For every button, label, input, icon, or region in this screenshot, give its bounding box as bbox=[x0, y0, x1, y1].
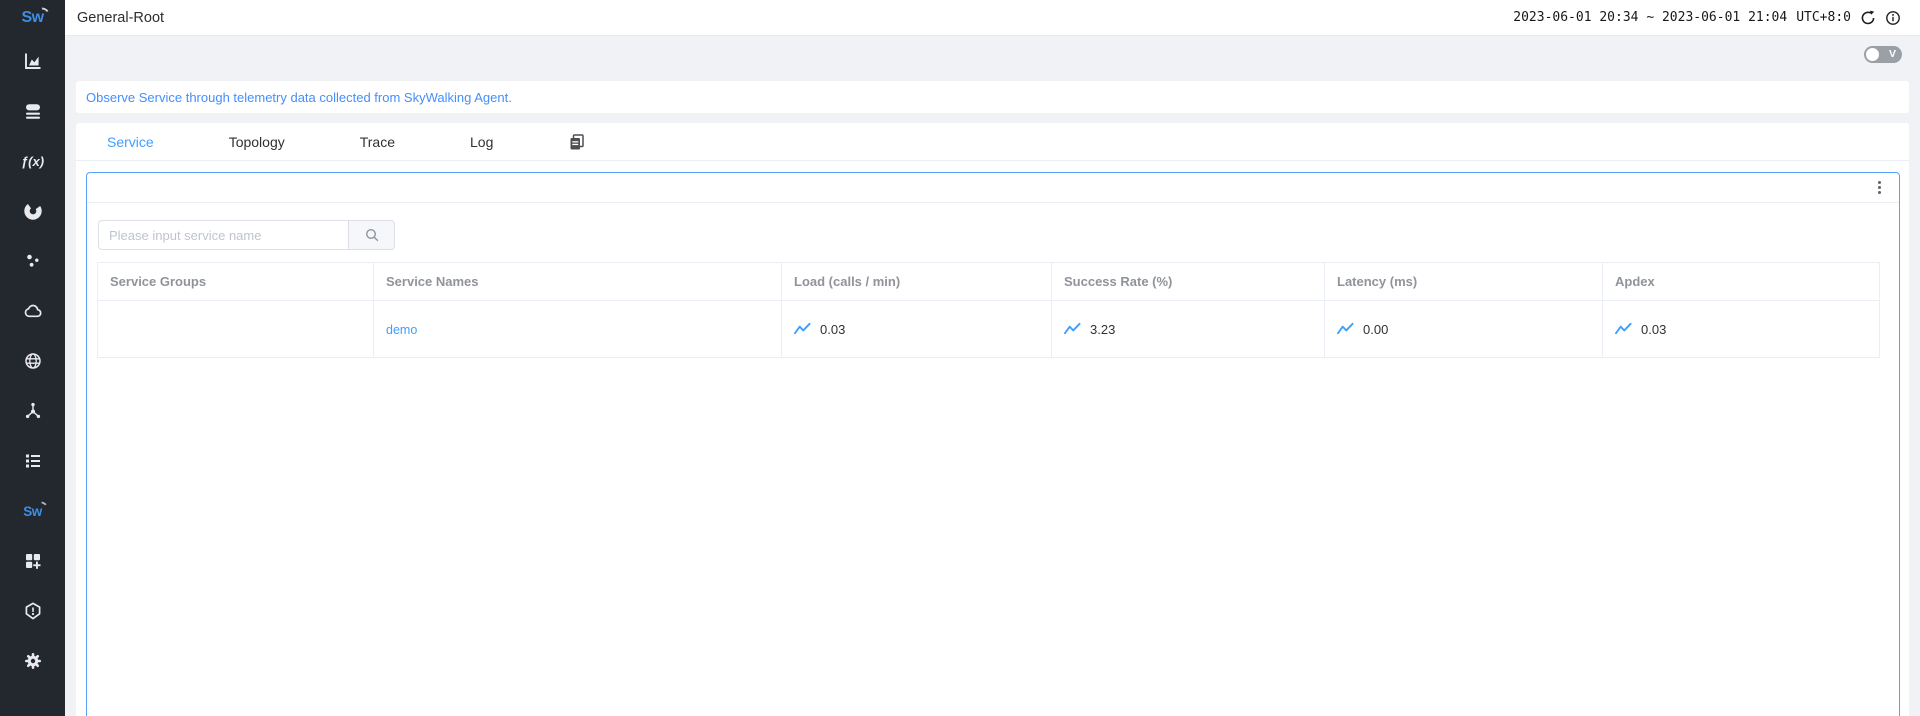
scatter-icon bbox=[23, 251, 43, 271]
cell-latency: 0.00 bbox=[1325, 301, 1603, 358]
layers-icon bbox=[23, 101, 43, 121]
cell-service-group bbox=[98, 301, 374, 358]
topology-icon bbox=[23, 401, 43, 421]
service-list-widget: Service Groups Service Names Load (calls… bbox=[86, 172, 1900, 716]
header-right: 2023-06-01 20:34 ~ 2023-06-01 21:04 UTC+… bbox=[1513, 10, 1901, 26]
success-rate-value: 3.23 bbox=[1090, 322, 1115, 337]
latency-value: 0.00 bbox=[1363, 322, 1388, 337]
sidebar-item-settings[interactable] bbox=[0, 636, 65, 686]
trend-icon[interactable] bbox=[1615, 322, 1632, 336]
search-icon bbox=[365, 228, 379, 242]
skywalking-logo[interactable]: Sw bbox=[0, 0, 65, 36]
sidebar-item-functions[interactable]: ƒ(x) bbox=[0, 136, 65, 186]
sidebar-item-dashboards[interactable] bbox=[0, 536, 65, 586]
tab-trace[interactable]: Trace bbox=[360, 134, 395, 150]
cell-success-rate: 3.23 bbox=[1052, 301, 1325, 358]
widget-header bbox=[87, 173, 1899, 203]
sidebar-item-gateway[interactable] bbox=[0, 386, 65, 436]
sidebar-item-service-mesh[interactable] bbox=[0, 86, 65, 136]
dashboard-toolbar: V bbox=[65, 36, 1920, 72]
col-service-groups: Service Groups bbox=[98, 263, 374, 301]
sidebar: Sw ƒ(x) bbox=[0, 0, 65, 716]
cell-service-name: demo bbox=[374, 301, 782, 358]
table-header-row: Service Groups Service Names Load (calls… bbox=[98, 263, 1880, 301]
copy-icon bbox=[568, 133, 586, 151]
cell-apdex: 0.03 bbox=[1603, 301, 1880, 358]
kebab-icon bbox=[1878, 181, 1881, 184]
sidebar-item-skywalking[interactable]: Sw bbox=[0, 486, 65, 536]
refresh-button[interactable] bbox=[1860, 10, 1876, 26]
toggle-label: V bbox=[1889, 48, 1896, 60]
trend-icon[interactable] bbox=[1064, 322, 1081, 336]
info-icon bbox=[1885, 10, 1901, 26]
col-latency: Latency (ms) bbox=[1325, 263, 1603, 301]
trend-icon[interactable] bbox=[794, 322, 811, 336]
sidebar-item-infrastructure[interactable] bbox=[0, 236, 65, 286]
sidebar-item-aws-cloud[interactable] bbox=[0, 286, 65, 336]
gear-icon bbox=[23, 651, 43, 671]
dashboard-card: Service Topology Trace Log bbox=[76, 123, 1909, 716]
col-success-rate: Success Rate (%) bbox=[1052, 263, 1325, 301]
tab-topology[interactable]: Topology bbox=[229, 134, 285, 150]
dashboard-add-icon bbox=[23, 551, 43, 571]
col-load: Load (calls / min) bbox=[782, 263, 1052, 301]
refresh-icon bbox=[1860, 10, 1876, 26]
search-row bbox=[98, 220, 1899, 250]
timezone[interactable]: UTC+8:0 bbox=[1796, 10, 1851, 25]
sidebar-item-general-service[interactable] bbox=[0, 36, 65, 86]
service-table: Service Groups Service Names Load (calls… bbox=[97, 262, 1880, 358]
table-row: demo 0.03 bbox=[98, 301, 1880, 358]
alarm-icon bbox=[23, 601, 43, 621]
copy-tab-button[interactable] bbox=[568, 133, 586, 151]
service-name-link[interactable]: demo bbox=[386, 323, 417, 337]
trend-icon[interactable] bbox=[1337, 322, 1354, 336]
tab-service[interactable]: Service bbox=[107, 134, 154, 150]
load-value: 0.03 bbox=[820, 322, 845, 337]
globe-icon bbox=[23, 351, 43, 371]
sidebar-item-alarm[interactable] bbox=[0, 586, 65, 636]
toggle-knob bbox=[1866, 48, 1879, 61]
bar-chart-icon bbox=[23, 51, 43, 71]
list-icon bbox=[23, 451, 43, 471]
tabs-row: Service Topology Trace Log bbox=[76, 123, 1909, 161]
sidebar-item-kubernetes[interactable] bbox=[0, 186, 65, 236]
description-banner: Observe Service through telemetry data c… bbox=[76, 81, 1909, 113]
col-service-names: Service Names bbox=[374, 263, 782, 301]
function-icon: ƒ(x) bbox=[21, 154, 44, 169]
tab-log[interactable]: Log bbox=[470, 134, 493, 150]
time-range[interactable]: 2023-06-01 20:34 ~ 2023-06-01 21:04 bbox=[1513, 10, 1787, 25]
search-button[interactable] bbox=[348, 220, 395, 250]
view-mode-toggle[interactable]: V bbox=[1864, 46, 1902, 63]
search-input[interactable] bbox=[98, 220, 348, 250]
cell-load: 0.03 bbox=[782, 301, 1052, 358]
donut-chart-icon bbox=[23, 201, 43, 221]
top-header: General-Root 2023-06-01 20:34 ~ 2023-06-… bbox=[65, 0, 1920, 36]
col-apdex: Apdex bbox=[1603, 263, 1880, 301]
apdex-value: 0.03 bbox=[1641, 322, 1666, 337]
widget-menu-button[interactable] bbox=[1875, 178, 1884, 197]
sidebar-item-browser[interactable] bbox=[0, 336, 65, 386]
page-title: General-Root bbox=[77, 10, 164, 26]
sidebar-item-self-observability[interactable] bbox=[0, 436, 65, 486]
cloud-icon bbox=[23, 301, 43, 321]
info-button[interactable] bbox=[1885, 10, 1901, 26]
banner-text: Observe Service through telemetry data c… bbox=[86, 90, 512, 105]
